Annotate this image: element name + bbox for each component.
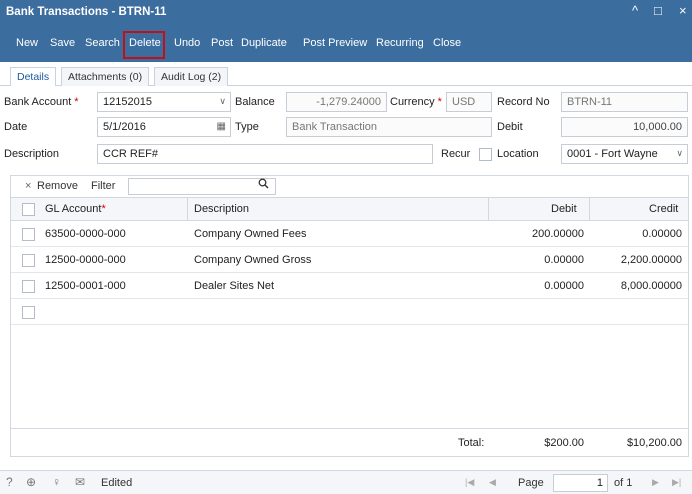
currency-label: Currency * [390, 96, 442, 108]
save-button[interactable]: Save [50, 37, 75, 49]
row-checkbox[interactable] [22, 254, 35, 267]
table-row[interactable]: 12500-0001-000 Dealer Sites Net 0.00000 … [11, 273, 688, 299]
debit-label: Debit [497, 121, 523, 133]
help-icon[interactable]: ? [6, 475, 13, 489]
credit-cell[interactable]: 8,000.00000 [621, 280, 682, 292]
credit-column-header[interactable]: Credit [649, 203, 678, 215]
date-label: Date [4, 121, 28, 133]
debit-cell[interactable]: 0.00000 [544, 254, 584, 266]
search-icon[interactable] [258, 178, 269, 192]
filter-input[interactable] [128, 178, 276, 195]
description-field[interactable]: CCR REF# [97, 144, 433, 164]
recur-checkbox[interactable] [479, 148, 492, 161]
remove-icon[interactable]: × [25, 180, 31, 192]
description-column-header[interactable]: Description [194, 203, 249, 215]
lightbulb-icon[interactable]: ♀ [52, 475, 61, 489]
gl-account-column-header[interactable]: GL Account* [45, 203, 106, 215]
tab-strip: Details Attachments (0) Audit Log (2) [0, 62, 692, 87]
location-label: Location [497, 148, 539, 160]
description-cell[interactable]: Dealer Sites Net [194, 280, 274, 292]
previous-page-icon[interactable]: ◀ [489, 477, 496, 488]
balance-label: Balance [235, 96, 275, 108]
post-button[interactable]: Post [211, 37, 233, 49]
next-page-icon[interactable]: ▶ [652, 477, 659, 488]
maximize-icon[interactable]: □ [654, 3, 662, 18]
window-title: Bank Transactions - BTRN-11 [6, 6, 167, 18]
debit-column-header[interactable]: Debit [551, 203, 577, 215]
gl-account-cell[interactable]: 12500-0001-000 [45, 280, 126, 292]
row-checkbox[interactable] [22, 280, 35, 293]
post-preview-button[interactable]: Post Preview [303, 37, 367, 49]
grid-header: GL Account* Description Debit Credit [11, 198, 688, 221]
description-cell[interactable]: Company Owned Gross [194, 254, 311, 266]
column-divider [488, 198, 489, 221]
bank-account-field[interactable]: 12152015 ∨ [97, 92, 231, 112]
mail-icon[interactable]: ✉ [75, 475, 85, 489]
table-row[interactable]: 12500-0000-000 Company Owned Gross 0.000… [11, 247, 688, 273]
remove-button[interactable]: Remove [37, 180, 78, 192]
new-button[interactable]: New [16, 37, 38, 49]
new-row[interactable] [11, 299, 688, 325]
grid-toolbar: × Remove Filter [10, 175, 689, 197]
chevron-down-icon[interactable]: ∨ [219, 96, 226, 107]
window-titlebar: Bank Transactions - BTRN-11 ^ □ × [0, 0, 692, 26]
chevron-down-icon[interactable]: ∨ [676, 148, 683, 159]
row-checkbox[interactable] [22, 306, 35, 319]
close-button[interactable]: Close [433, 37, 461, 49]
recur-label: Recur [441, 148, 471, 160]
duplicate-button[interactable]: Duplicate [241, 37, 287, 49]
record-no-label: Record No [497, 96, 550, 108]
bank-account-label: Bank Account * [4, 96, 79, 108]
type-label: Type [235, 121, 259, 133]
debit-cell[interactable]: 200.00000 [532, 228, 584, 240]
gl-lines-grid: GL Account* Description Debit Credit 635… [10, 197, 689, 457]
first-page-icon[interactable]: |◀ [465, 477, 474, 488]
tab-attachments[interactable]: Attachments (0) [61, 67, 150, 86]
total-debit: $200.00 [544, 437, 584, 449]
description-cell[interactable]: Company Owned Fees [194, 228, 307, 240]
description-label: Description [4, 148, 60, 160]
column-divider [589, 198, 590, 221]
tab-details[interactable]: Details [10, 67, 57, 87]
gl-account-cell[interactable]: 12500-0000-000 [45, 254, 126, 266]
status-text: Edited [101, 477, 133, 489]
close-icon[interactable]: × [679, 3, 687, 18]
recurring-button[interactable]: Recurring [376, 37, 424, 49]
table-row[interactable]: 63500-0000-000 Company Owned Fees 200.00… [11, 221, 688, 247]
search-button[interactable]: Search [85, 37, 120, 49]
status-bar: ? ⊕ ♀ ✉ Edited |◀ ◀ Page 1 of 1 ▶ ▶| [0, 470, 692, 494]
last-page-icon[interactable]: ▶| [672, 477, 681, 488]
details-form: Bank Account * 12152015 ∨ Balance -1,279.2… [0, 86, 692, 172]
total-credit: $10,200.00 [626, 437, 682, 449]
minimize-icon[interactable]: ^ [632, 3, 638, 18]
delete-highlight-box [123, 31, 165, 59]
page-number-input[interactable]: 1 [553, 474, 608, 492]
select-all-checkbox[interactable] [22, 203, 35, 216]
tab-audit-log[interactable]: Audit Log (2) [154, 67, 229, 86]
row-checkbox[interactable] [22, 228, 35, 241]
record-no-field: BTRN-11 [561, 92, 688, 112]
calendar-icon[interactable]: ▦ [217, 121, 226, 132]
debit-cell[interactable]: 0.00000 [544, 280, 584, 292]
total-label: Total: [458, 437, 485, 449]
credit-cell[interactable]: 0.00000 [642, 228, 682, 240]
toolbar: New Save Search Delete Undo Post Duplica… [0, 26, 692, 62]
gl-account-cell[interactable]: 63500-0000-000 [45, 228, 126, 240]
filter-label: Filter [91, 180, 116, 192]
balance-field: -1,279.24000 [286, 92, 387, 112]
grid-totals: Total: $200.00 $10,200.00 [11, 428, 688, 456]
date-field[interactable]: 5/1/2016 ▦ [97, 117, 231, 137]
debit-field: 10,000.00 [561, 117, 688, 137]
type-field: Bank Transaction [286, 117, 492, 137]
page-label: Page [518, 477, 544, 489]
currency-field[interactable]: USD [446, 92, 492, 112]
credit-cell[interactable]: 2,200.00000 [621, 254, 682, 266]
location-field[interactable]: 0001 - Fort Wayne ∨ [561, 144, 688, 164]
page-count: of 1 [614, 477, 633, 489]
undo-button[interactable]: Undo [174, 37, 200, 49]
support-icon[interactable]: ⊕ [26, 475, 36, 489]
column-divider [187, 198, 188, 221]
